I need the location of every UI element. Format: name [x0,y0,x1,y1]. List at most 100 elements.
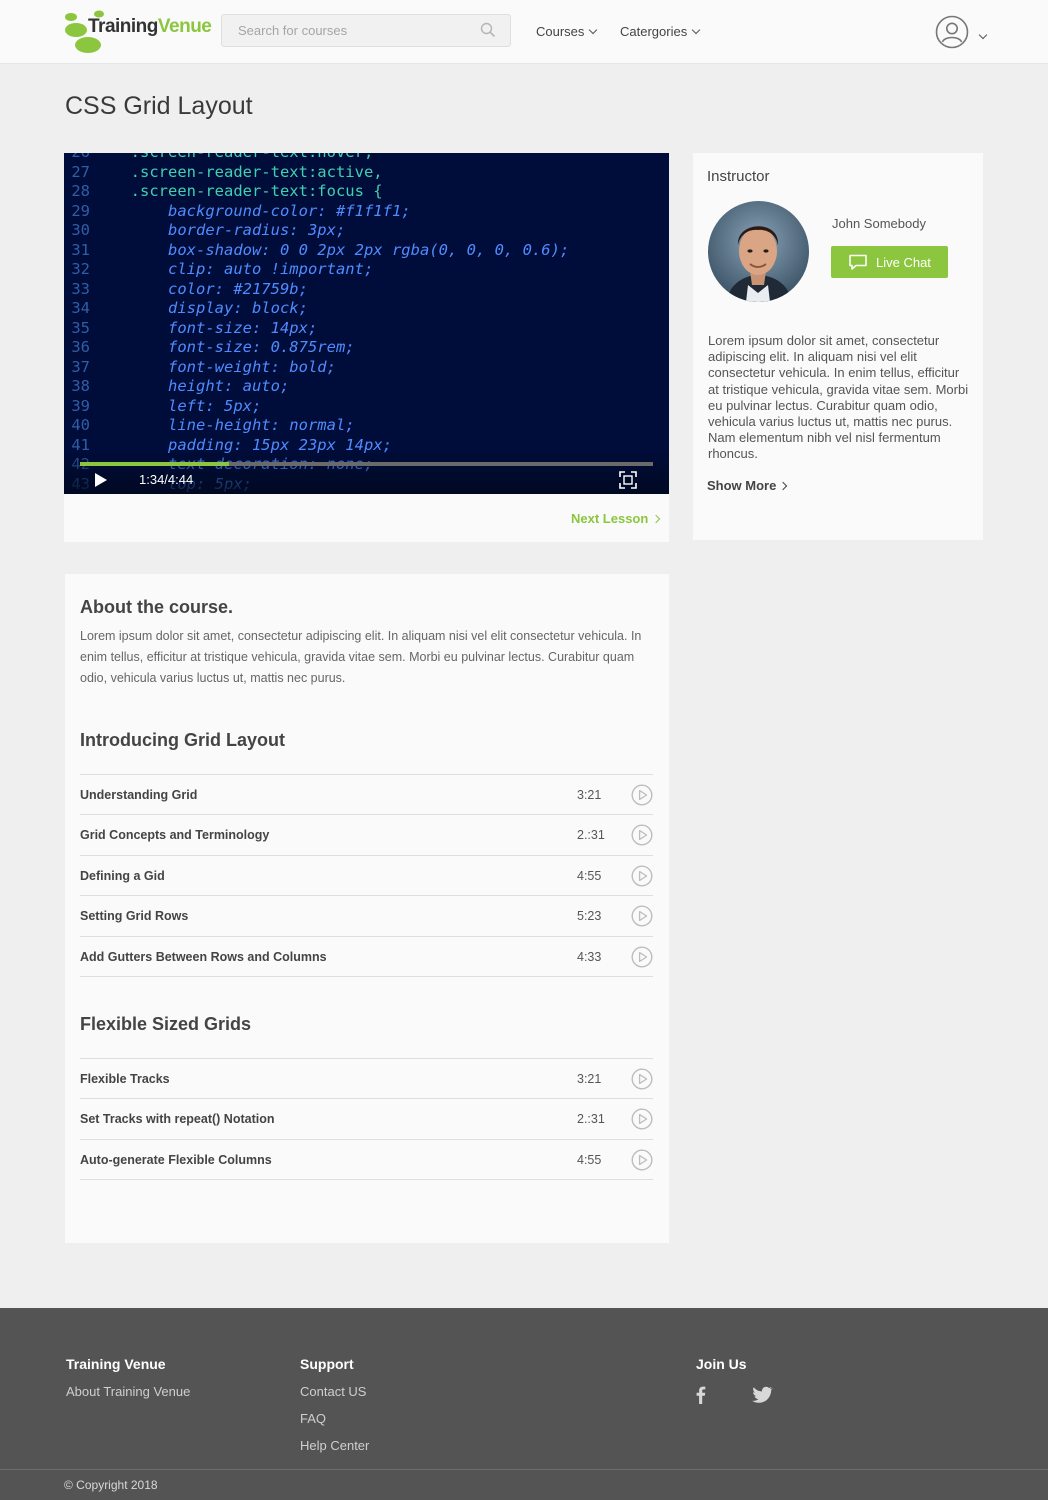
nav-courses-label: Courses [536,24,585,39]
live-chat-button[interactable]: Live Chat [831,246,948,278]
code-line: 37 font-weight: bold; [64,358,669,378]
chevron-right-icon [652,514,661,524]
next-lesson-link[interactable]: Next Lesson [571,511,661,526]
code-line-text: height: auto; [112,377,290,395]
search-input[interactable] [222,15,472,46]
code-line-text: left: 5px; [112,396,262,415]
twitter-icon[interactable] [751,1384,773,1406]
chat-icon [849,254,867,270]
code-line-number: 27 [71,162,90,181]
footer-divider [0,1469,1048,1470]
code-line-number: 32 [71,260,90,278]
search-bar [221,14,511,47]
instructor-bio: Lorem ipsum dolor sit amet, consectetur … [708,333,969,462]
copyright: © Copyright 2018 [64,1478,158,1492]
play-circle-icon[interactable] [631,824,653,846]
code-line: 39 left: 5px; [64,397,669,417]
fullscreen-icon[interactable] [619,471,637,489]
play-circle-icon[interactable] [631,905,653,927]
video-time: 1:34/4:44 [139,472,194,487]
code-line-number: 31 [71,240,90,259]
header: TrainingVenue Courses Catergories [0,0,1048,64]
lesson-row[interactable]: Add Gutters Between Rows and Columns 4:33 [80,937,653,977]
code-line-number: 28 [71,182,90,200]
lesson-duration: 4:55 [577,1152,602,1167]
show-more-link[interactable]: Show More [707,478,788,493]
lesson-duration: 3:21 [577,788,602,802]
facebook-icon[interactable] [690,1384,712,1406]
code-line: 28 .screen-reader-text:focus { [64,182,669,202]
chevron-down-icon[interactable] [978,30,988,40]
code-line-text: box-shadow: 0 0 2px 2px rgba(0, 0, 0, 0.… [112,240,570,259]
footer-link-about[interactable]: About Training Venue [66,1384,190,1399]
code-line-text: .screen-reader-text:hover, [112,153,374,161]
play-circle-icon[interactable] [631,946,653,968]
section-title: Flexible Sized Grids [80,1014,252,1034]
code-line-text: border-radius: 3px; [112,221,346,239]
footer-link-faq[interactable]: FAQ [300,1411,326,1426]
chevron-down-icon [589,25,598,35]
code-line: 34 display: block; [64,299,669,319]
code-line-number: 36 [71,338,90,356]
code-line-number: 40 [71,416,90,434]
lesson-row[interactable]: Auto-generate Flexible Columns 4:55 [80,1140,653,1181]
code-line-number: 26 [64,153,112,163]
lesson-name: Add Gutters Between Rows and Columns [80,949,327,964]
code-line-text: .screen-reader-text:active, [112,162,383,181]
lesson-duration: 4:55 [577,868,602,883]
chevron-down-icon [691,25,701,35]
video-progress-fill [80,462,229,466]
code-line: 31 box-shadow: 0 0 2px 2px rgba(0, 0, 0,… [64,241,669,261]
code-line-text: padding: 15px 23px 14px; [112,435,392,454]
lesson-list: Understanding Grid 3:21 Grid Concepts and … [80,774,653,977]
code-line: 36 font-size: 0.875rem; [64,338,669,358]
lesson-duration: 2.:31 [577,828,605,843]
search-icon[interactable] [480,22,496,38]
next-lesson-label: Next Lesson [571,511,649,526]
footer-link-help[interactable]: Help Center [300,1438,369,1453]
nav-categories[interactable]: Catergories [620,24,701,39]
lesson-row[interactable]: Setting Grid Rows 5:23 [80,896,653,937]
page-title: CSS Grid Layout [65,92,253,120]
code-line-number: 33 [71,279,90,298]
nav-courses[interactable]: Courses [536,24,598,39]
play-circle-icon[interactable] [631,1149,653,1171]
section-title: Introducing Grid Layout [80,730,285,750]
lesson-name: Grid Concepts and Terminology [80,828,270,843]
code-line: 26 .screen-reader-text:hover, [64,153,669,163]
code-line: 33 color: #21759b; [64,280,669,300]
code-line-text: display: block; [112,299,308,317]
play-circle-icon[interactable] [631,1068,653,1090]
code-line: 30 border-radius: 3px; [64,221,669,241]
lesson-name: Flexible Tracks [80,1072,170,1086]
lesson-row[interactable]: Set Tracks with repeat() Notation 2.:31 [80,1099,653,1140]
lesson-row[interactable]: Flexible Tracks 3:21 [80,1059,653,1100]
footer: Training Venue About Training Venue Supp… [0,1308,1048,1500]
code-line: 32 clip: auto !important; [64,260,669,280]
code-line-text: color: #21759b; [112,279,308,298]
course-details-card: About the course. Lorem ipsum dolor sit … [65,574,669,1243]
logo-wordmark[interactable]: TrainingVenue [88,16,212,38]
instructor-name: John Somebody [832,216,926,231]
instructor-title: Instructor [707,168,770,185]
code-line-number: 37 [71,357,90,376]
lesson-name: Understanding Grid [80,788,198,802]
code-line: 35 font-size: 14px; [64,319,669,339]
footer-heading: Join Us [696,1356,747,1372]
lesson-duration: 5:23 [577,909,602,924]
video-player[interactable]: 26 .screen-reader-text:hover,27 .screen-… [64,153,669,494]
play-icon[interactable] [94,472,108,488]
footer-link-contact[interactable]: Contact US [300,1384,366,1399]
code-line: 40 line-height: normal; [64,416,669,436]
lesson-name: Defining a Gid [80,868,165,883]
lesson-row[interactable]: Understanding Grid 3:21 [80,775,653,816]
lesson-duration: 3:21 [577,1072,602,1086]
lesson-row[interactable]: Defining a Gid 4:55 [80,856,653,897]
play-circle-icon[interactable] [631,1108,653,1130]
lesson-row[interactable]: Grid Concepts and Terminology 2.:31 [80,815,653,856]
play-circle-icon[interactable] [631,865,653,887]
user-avatar-icon[interactable] [935,15,969,49]
play-circle-icon[interactable] [631,784,653,806]
video-progress-bar[interactable] [80,462,653,466]
lesson-duration: 4:33 [577,949,602,964]
